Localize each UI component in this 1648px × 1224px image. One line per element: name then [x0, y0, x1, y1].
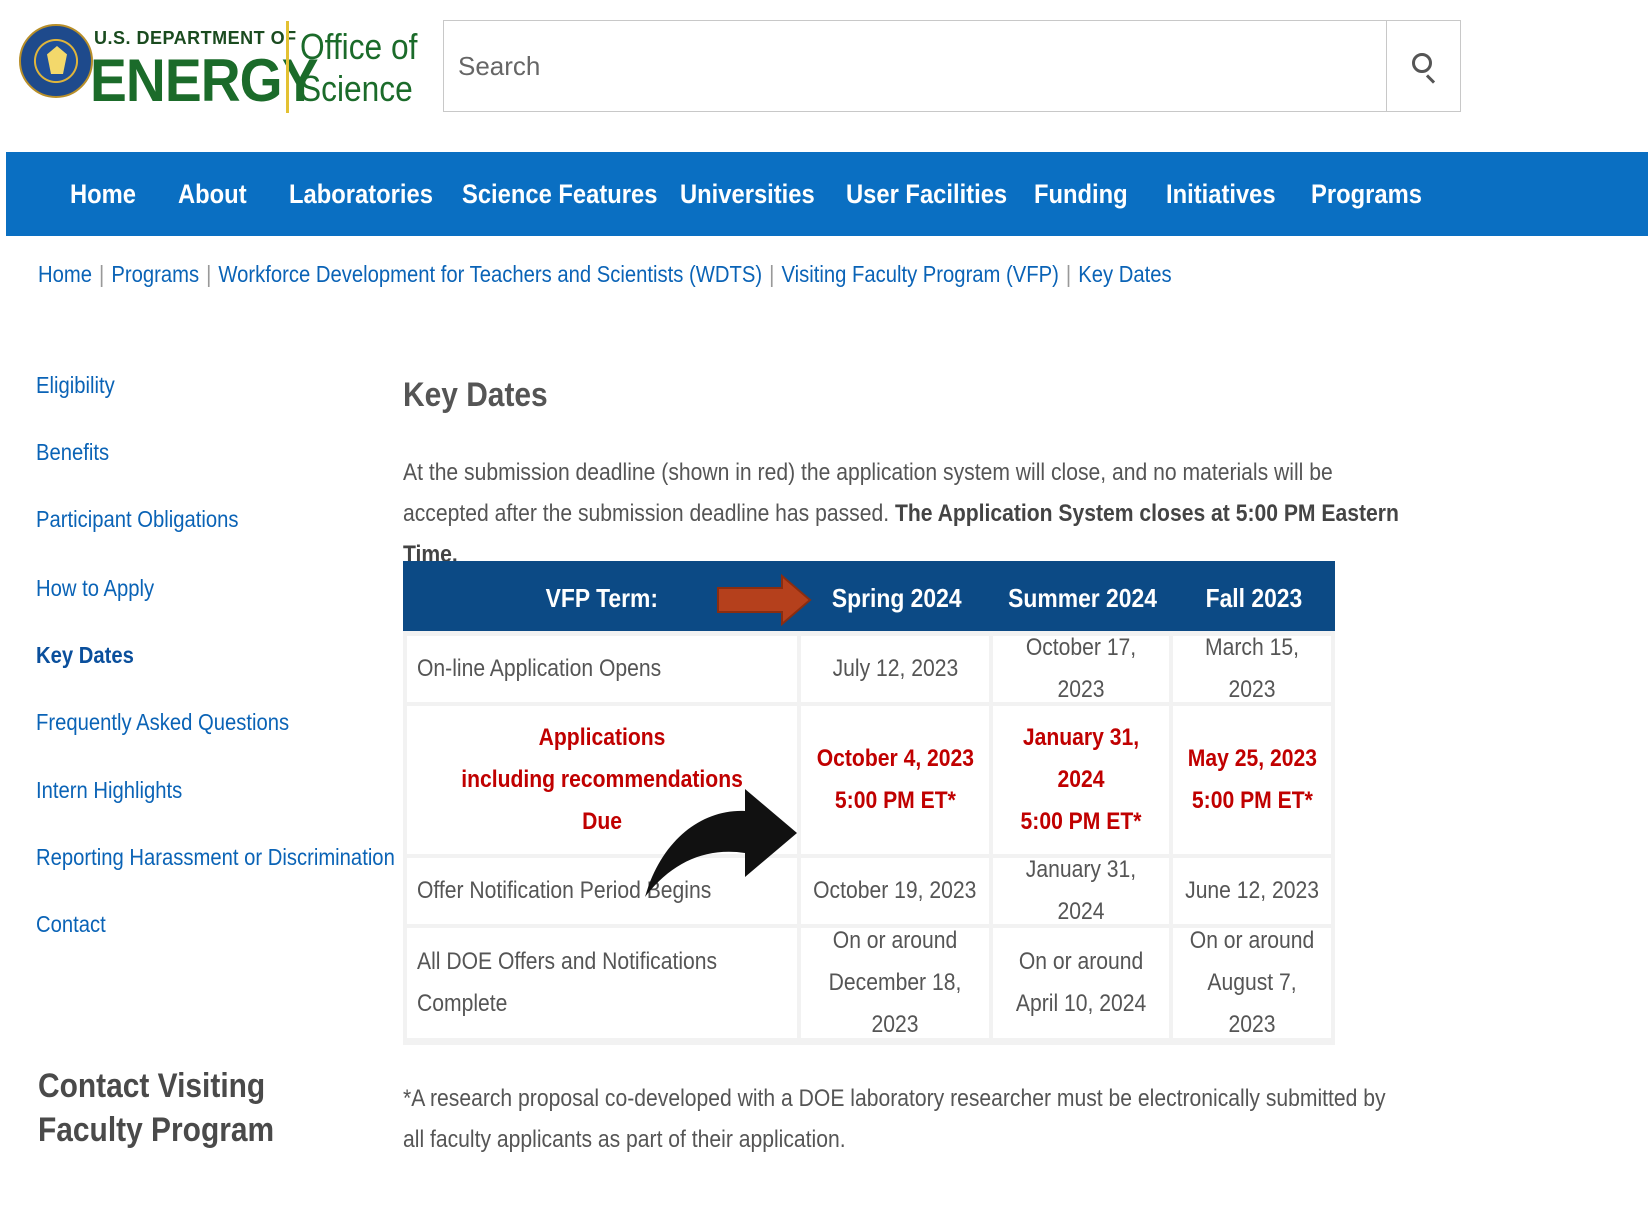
- header-spring-2024: Spring 2024: [832, 583, 962, 613]
- breadcrumb-key-dates[interactable]: Key Dates: [1078, 261, 1171, 287]
- page-title: Key Dates: [403, 376, 548, 414]
- table-header: VFP Term: Spring 2024 Summer 2024 Fall 2…: [403, 561, 1335, 631]
- search-icon: [1412, 53, 1432, 73]
- search-button[interactable]: [1386, 21, 1460, 111]
- table-cell: June 12, 2023: [1173, 858, 1331, 924]
- footnote: *A research proposal co-developed with a…: [403, 1085, 1386, 1153]
- header-fall-2023: Fall 2023: [1205, 583, 1303, 613]
- breadcrumb-home[interactable]: Home: [38, 261, 92, 287]
- nav-funding[interactable]: Funding: [1034, 152, 1128, 236]
- sidebar-item-intern-highlights[interactable]: Intern Highlights: [36, 777, 182, 804]
- nav-home[interactable]: Home: [70, 152, 136, 236]
- header-summer-2024: Summer 2024: [1008, 583, 1158, 613]
- breadcrumb-separator: |: [206, 261, 212, 287]
- table-row-label: On-line Application Opens: [407, 636, 797, 702]
- nav-science-features[interactable]: Science Features: [462, 152, 657, 236]
- intro-paragraph: At the submission deadline (shown in red…: [403, 452, 1406, 575]
- page: U.S. DEPARTMENT OF ENERGY Office of Scie…: [6, 6, 1648, 1224]
- contact-heading: Contact Visiting Faculty Program: [38, 1067, 275, 1149]
- nav-initiatives[interactable]: Initiatives: [1166, 152, 1276, 236]
- sidebar-item-reporting-harassment[interactable]: Reporting Harassment or Discrimination: [36, 844, 395, 871]
- table-cell: October 19, 2023: [801, 858, 989, 924]
- nav-universities[interactable]: Universities: [680, 152, 815, 236]
- deadline-cell-summer: January 31, 2024 5:00 PM ET*: [993, 706, 1169, 854]
- site-header: U.S. DEPARTMENT OF ENERGY Office of Scie…: [6, 6, 1648, 156]
- search-input[interactable]: [444, 21, 1388, 111]
- sidebar-item-eligibility[interactable]: Eligibility: [36, 372, 115, 399]
- breadcrumb-separator: |: [99, 261, 105, 287]
- eagle-shield-icon: [47, 46, 67, 74]
- sidebar-item-benefits[interactable]: Benefits: [36, 439, 109, 466]
- table-cell: July 12, 2023: [801, 636, 989, 702]
- sidebar-item-contact[interactable]: Contact: [36, 911, 106, 938]
- nav-laboratories[interactable]: Laboratories: [289, 152, 433, 236]
- sidebar-item-how-to-apply[interactable]: How to Apply: [36, 575, 154, 602]
- deadline-cell-spring: October 4, 2023 5:00 PM ET*: [801, 706, 989, 854]
- breadcrumb-separator: |: [1065, 261, 1072, 287]
- sidebar-item-key-dates[interactable]: Key Dates: [36, 642, 134, 669]
- breadcrumb: Home | Programs | Workforce Development for …: [38, 261, 1172, 288]
- nav-about[interactable]: About: [178, 152, 247, 236]
- table-cell: October 17, 2023: [993, 634, 1169, 703]
- key-dates-table: VFP Term: Spring 2024 Summer 2024 Fall 2…: [403, 561, 1335, 1045]
- arrow-right-icon: [717, 574, 812, 626]
- sidebar-item-participant-obligations[interactable]: Participant Obligations: [36, 506, 239, 533]
- energy-logo-text[interactable]: ENERGY: [90, 46, 319, 115]
- office-line-2: Science: [300, 68, 413, 109]
- deadline-cell-fall: May 25, 2023 5:00 PM ET*: [1173, 706, 1331, 854]
- logo-divider: [286, 21, 289, 113]
- table-cell: On or around April 10, 2024: [993, 928, 1169, 1038]
- office-of-science-logo[interactable]: Office of Science: [300, 26, 417, 110]
- table-cell: On or around August 7, 2023: [1173, 927, 1331, 1038]
- table-cell: On or around December 18, 2023: [801, 927, 989, 1038]
- doe-seal-logo[interactable]: [19, 24, 93, 98]
- search-box: [443, 20, 1461, 112]
- breadcrumb-vfp[interactable]: Visiting Faculty Program (VFP): [781, 261, 1058, 287]
- main-nav: Home About Laboratories Science Features…: [6, 152, 1648, 236]
- table-cell: March 15, 2023: [1173, 634, 1331, 703]
- breadcrumb-wdts[interactable]: Workforce Development for Teachers and S…: [218, 261, 762, 287]
- breadcrumb-programs[interactable]: Programs: [111, 261, 199, 287]
- office-line-1: Office of: [300, 26, 418, 67]
- breadcrumb-separator: |: [769, 261, 775, 287]
- table-cell: January 31, 2024: [993, 856, 1169, 925]
- nav-programs[interactable]: Programs: [1311, 152, 1422, 236]
- sidebar-item-faq[interactable]: Frequently Asked Questions: [36, 709, 289, 736]
- curved-arrow-icon: [645, 789, 797, 897]
- table-row-label: All DOE Offers and Notifications Complet…: [407, 928, 797, 1038]
- nav-user-facilities[interactable]: User Facilities: [846, 152, 1007, 236]
